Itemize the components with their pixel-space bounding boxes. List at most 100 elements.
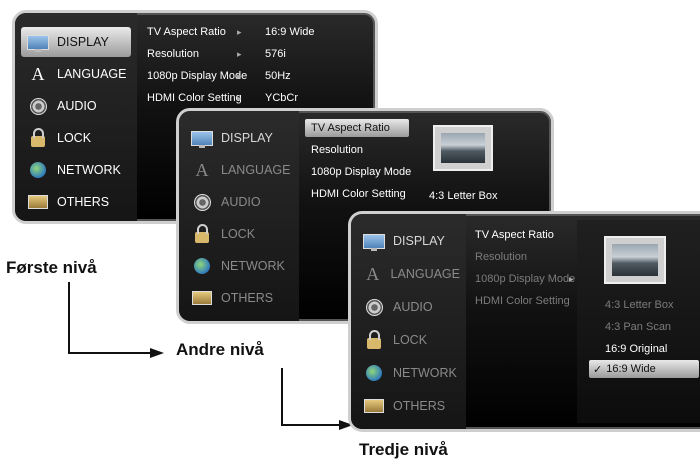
sidebar-item-label: NETWORK bbox=[221, 259, 285, 273]
setting-label: TV Aspect Ratio bbox=[311, 122, 390, 134]
label-level-3: Tredje nivå bbox=[359, 440, 448, 459]
sidebar-item-label: DISPLAY bbox=[393, 234, 445, 248]
sidebar-item-language[interactable]: A LANGUAGE bbox=[185, 155, 293, 185]
sidebar-item-network[interactable]: NETWORK bbox=[357, 358, 460, 388]
sidebar-item-language[interactable]: A LANGUAGE bbox=[357, 259, 460, 289]
sidebar-item-display[interactable]: DISPLAY bbox=[185, 123, 293, 153]
sidebar-item-others[interactable]: OTHERS bbox=[21, 187, 131, 217]
menu-panel-level-3: DISPLAY A LANGUAGE AUDIO LOCK NETWORK OT… bbox=[348, 211, 700, 432]
chevron-right-icon: ▸ bbox=[569, 273, 574, 284]
setting-row-aspect-ratio[interactable]: TV Aspect Ratio ▸ 16:9 Wide bbox=[147, 23, 367, 41]
setting-label: Resolution bbox=[311, 144, 363, 156]
setting-label: 1080p Display Mode bbox=[475, 273, 576, 285]
speaker-icon bbox=[363, 297, 385, 317]
sidebar-item-label: AUDIO bbox=[393, 300, 433, 314]
sidebar: DISPLAY A LANGUAGE AUDIO LOCK NETWORK OT… bbox=[15, 13, 137, 221]
sidebar-item-lock[interactable]: LOCK bbox=[21, 123, 131, 153]
sidebar-item-label: LANGUAGE bbox=[390, 267, 460, 281]
sidebar-item-language[interactable]: A LANGUAGE bbox=[21, 59, 131, 89]
sidebar-item-audio[interactable]: AUDIO bbox=[357, 292, 460, 322]
connector-line bbox=[281, 424, 341, 426]
lock-icon bbox=[363, 329, 385, 350]
box-icon bbox=[191, 288, 213, 308]
option-letter-box[interactable]: 4:3 Letter Box bbox=[605, 296, 674, 314]
sidebar-item-others[interactable]: OTHERS bbox=[185, 283, 293, 313]
setting-row-resolution[interactable]: Resolution bbox=[475, 248, 527, 266]
box-icon bbox=[363, 396, 385, 416]
globe-icon bbox=[191, 256, 213, 276]
setting-label: 1080p Display Mode bbox=[311, 166, 412, 178]
sidebar-item-audio[interactable]: AUDIO bbox=[21, 91, 131, 121]
option-letter-box[interactable]: 4:3 Letter Box bbox=[429, 187, 498, 205]
setting-row-display-mode[interactable]: 1080p Display Mode ▸ 50Hz bbox=[147, 67, 367, 85]
sidebar-item-label: LOCK bbox=[393, 333, 428, 347]
sidebar-item-lock[interactable]: LOCK bbox=[185, 219, 293, 249]
connector-line bbox=[68, 282, 70, 354]
sidebar: DISPLAY A LANGUAGE AUDIO LOCK NETWORK OT… bbox=[179, 111, 299, 321]
label-level-2: Andre nivå bbox=[176, 340, 264, 359]
option-pan-scan[interactable]: 4:3 Pan Scan bbox=[605, 318, 671, 336]
connector-line bbox=[281, 368, 283, 426]
sidebar-item-label: DISPLAY bbox=[221, 131, 273, 145]
lock-icon bbox=[27, 127, 49, 148]
chevron-right-icon: ▸ bbox=[237, 70, 242, 81]
letter-a-icon: A bbox=[366, 263, 380, 284]
setting-row-resolution[interactable]: Resolution ▸ 576i bbox=[147, 45, 367, 63]
setting-row-display-mode[interactable]: 1080p Display Mode ▸ bbox=[475, 270, 575, 288]
letter-a-icon: A bbox=[195, 159, 209, 180]
setting-row-aspect-ratio[interactable]: TV Aspect Ratio bbox=[475, 226, 554, 244]
setting-row-color-setting[interactable]: HDMI Color Setting bbox=[475, 292, 570, 310]
setting-label: 1080p Display Mode bbox=[147, 70, 248, 82]
setting-row-display-mode[interactable]: 1080p Display Mode bbox=[311, 163, 411, 181]
setting-label: HDMI Color Setting bbox=[147, 92, 242, 104]
label-level-1: Første nivå bbox=[6, 258, 97, 277]
chevron-right-icon: ▸ bbox=[237, 92, 242, 103]
setting-value: 50Hz bbox=[265, 70, 291, 82]
sidebar-item-label: OTHERS bbox=[221, 291, 274, 305]
setting-value: 576i bbox=[265, 48, 286, 60]
setting-label: TV Aspect Ratio bbox=[147, 26, 226, 38]
sidebar-item-lock[interactable]: LOCK bbox=[357, 325, 460, 355]
sidebar-item-label: OTHERS bbox=[393, 399, 446, 413]
option-original[interactable]: 16:9 Original bbox=[605, 340, 667, 358]
connector-line bbox=[68, 352, 152, 354]
setting-label: Resolution bbox=[147, 48, 199, 60]
sidebar-item-label: DISPLAY bbox=[57, 35, 109, 49]
option-label: 16:9 Wide bbox=[606, 363, 656, 375]
checkmark-icon: ✓ bbox=[593, 363, 603, 376]
speaker-icon bbox=[27, 96, 49, 116]
settings-list: TV Aspect Ratio Resolution 1080p Display… bbox=[471, 214, 577, 429]
sidebar-item-audio[interactable]: AUDIO bbox=[185, 187, 293, 217]
sidebar: DISPLAY A LANGUAGE AUDIO LOCK NETWORK OT… bbox=[351, 214, 466, 429]
monitor-icon bbox=[27, 32, 49, 52]
setting-value: 16:9 Wide bbox=[265, 26, 315, 38]
aspect-preview-image bbox=[433, 125, 493, 171]
sidebar-item-network[interactable]: NETWORK bbox=[21, 155, 131, 185]
setting-row-color-setting[interactable]: HDMI Color Setting bbox=[311, 185, 406, 203]
sidebar-item-label: NETWORK bbox=[393, 366, 457, 380]
option-label: 4:3 Pan Scan bbox=[605, 321, 672, 333]
option-wide[interactable]: ✓ 16:9 Wide bbox=[589, 360, 699, 378]
setting-label: HDMI Color Setting bbox=[475, 295, 570, 307]
setting-row-resolution[interactable]: Resolution bbox=[311, 141, 363, 159]
setting-row-aspect-ratio[interactable]: TV Aspect Ratio bbox=[305, 119, 409, 137]
sidebar-item-label: AUDIO bbox=[57, 99, 97, 113]
sidebar-item-display[interactable]: DISPLAY bbox=[21, 27, 131, 57]
sidebar-item-label: LOCK bbox=[57, 131, 92, 145]
sidebar-item-label: LOCK bbox=[221, 227, 256, 241]
aspect-preview-image bbox=[604, 236, 666, 284]
setting-value: YCbCr bbox=[265, 92, 299, 104]
setting-label: TV Aspect Ratio bbox=[475, 229, 554, 241]
globe-icon bbox=[363, 363, 385, 383]
setting-label: HDMI Color Setting bbox=[311, 188, 406, 200]
lock-icon bbox=[191, 223, 213, 244]
option-label: 4:3 Letter Box bbox=[605, 299, 674, 311]
arrow-right-icon bbox=[150, 348, 164, 358]
sidebar-item-others[interactable]: OTHERS bbox=[357, 391, 460, 421]
sidebar-item-network[interactable]: NETWORK bbox=[185, 251, 293, 281]
sidebar-item-display[interactable]: DISPLAY bbox=[357, 226, 460, 256]
setting-row-color-setting[interactable]: HDMI Color Setting ▸ YCbCr bbox=[147, 89, 367, 107]
speaker-icon bbox=[191, 192, 213, 212]
option-label: 16:9 Original bbox=[605, 343, 668, 355]
monitor-icon bbox=[363, 231, 385, 251]
